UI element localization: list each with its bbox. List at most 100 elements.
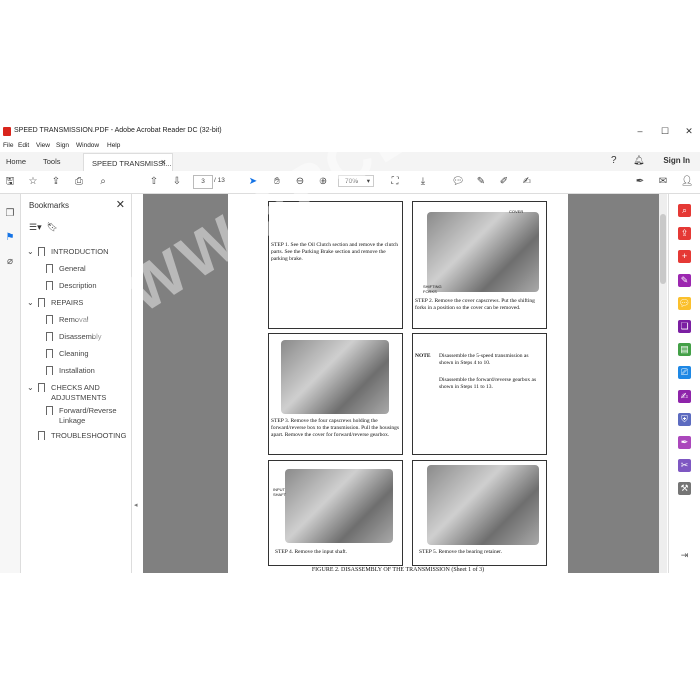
print-icon[interactable]: ⎙ xyxy=(72,175,86,189)
bookmark-icon xyxy=(38,431,45,440)
collapse-panel-icon[interactable]: ◂ xyxy=(134,501,138,509)
scan-ocr-icon[interactable]: ⎚ xyxy=(678,366,691,379)
bookmark-options-icon[interactable]: ☰▾ 🔖︎ xyxy=(29,222,58,233)
menu-sign[interactable]: Sign xyxy=(56,142,69,149)
save-icon[interactable]: 🖫 xyxy=(3,175,17,189)
scrollbar-thumb[interactable] xyxy=(660,214,666,284)
menu-file[interactable]: File xyxy=(3,142,13,149)
menu-window[interactable]: Window xyxy=(76,142,99,149)
add-user-icon[interactable]: 👤︎ xyxy=(680,175,694,189)
zoom-in-icon[interactable]: ⊕ xyxy=(316,175,330,189)
bookmark-introduction[interactable]: ⌄ INTRODUCTION xyxy=(27,247,109,257)
bookmark-forward-reverse-linkage[interactable]: Forward/Reverse Linkage xyxy=(46,406,129,426)
bookmark-icon xyxy=(46,366,53,375)
hand-tool-icon[interactable]: ✋︎ xyxy=(270,175,284,189)
chevron-down-icon[interactable]: ⌄ xyxy=(27,247,34,257)
chevron-down-icon[interactable]: ⌄ xyxy=(27,298,34,308)
step2-text: STEP 2. Remove the cover capscrews. Put … xyxy=(415,298,535,311)
close-tab-icon[interactable]: × xyxy=(161,157,166,167)
scroll-mode-icon[interactable]: ⤓ xyxy=(416,175,430,189)
tab-document[interactable]: SPEED TRANSMISSI... × xyxy=(83,153,173,172)
step4-text: STEP 4. Remove the input shaft. xyxy=(275,549,348,555)
document-viewer[interactable]: STEP 1. See the Oil Clutch section and r… xyxy=(143,194,659,573)
tab-home[interactable]: Home xyxy=(6,157,26,166)
vertical-scrollbar[interactable] xyxy=(659,194,667,573)
share-icon[interactable]: ✉︎ xyxy=(656,175,670,189)
menu-help[interactable]: Help xyxy=(107,142,120,149)
step2-panel: COVER SHIFTING FORKS STEP 2. Remove the … xyxy=(412,201,547,329)
close-window-button[interactable]: ✕ xyxy=(682,125,696,138)
bookmark-icon xyxy=(46,281,53,290)
cover-photo xyxy=(427,212,539,292)
bookmark-installation[interactable]: Installation xyxy=(46,366,95,376)
note-text-1: Disassemble the 5-speed transmission as … xyxy=(439,353,529,366)
select-cursor-icon[interactable]: ➤ xyxy=(246,175,260,189)
comment-tool-icon[interactable]: 💬︎ xyxy=(678,297,691,310)
cover-label: COVER xyxy=(509,209,524,214)
bookmark-removal[interactable]: Removal xyxy=(46,315,89,325)
bookmark-cleaning[interactable]: Cleaning xyxy=(46,349,89,359)
pdf-page: STEP 1. See the Oil Clutch section and r… xyxy=(228,194,568,573)
bookmarks-header: Bookmarks xyxy=(29,201,70,210)
bookmark-star-icon[interactable]: ☆ xyxy=(26,175,40,189)
create-pdf-icon[interactable]: + xyxy=(678,250,691,263)
minimize-button[interactable]: – xyxy=(633,125,647,138)
bookmark-general[interactable]: General xyxy=(46,264,86,274)
bookmark-icon xyxy=(38,383,45,392)
bookmark-troubleshooting[interactable]: TROUBLESHOOTING xyxy=(38,431,126,441)
export-pdf-icon[interactable]: ⇪ xyxy=(678,227,691,240)
organize-pages-icon[interactable]: ▤ xyxy=(678,343,691,356)
acrobat-window: SPEED TRANSMISSION.PDF - Adobe Acrobat R… xyxy=(0,123,700,573)
fill-sign-tool-icon[interactable]: ✍︎ xyxy=(678,390,691,403)
page-thumbnails-icon[interactable]: ❐ xyxy=(4,208,16,220)
zoom-dropdown[interactable]: 70% ▾ xyxy=(338,175,374,187)
protect-icon[interactable]: ⛨ xyxy=(678,413,691,426)
step5-panel: STEP 5. Remove the bearing retainer. xyxy=(412,460,547,566)
bookmark-repairs[interactable]: ⌄ REPAIRS xyxy=(27,298,83,308)
upload-icon[interactable]: ⇪ xyxy=(49,175,63,189)
sign-pen-icon[interactable]: ✒︎ xyxy=(633,175,647,189)
expand-panel-icon[interactable]: ⇥ xyxy=(678,549,691,562)
step1-panel: STEP 1. See the Oil Clutch section and r… xyxy=(268,201,403,329)
comment-icon[interactable]: 💬︎ xyxy=(451,175,465,189)
housing-photo xyxy=(281,340,389,414)
search-icon[interactable]: ⌕ xyxy=(96,175,110,189)
search-pdf-icon[interactable]: ⌕ xyxy=(678,204,691,217)
next-page-icon[interactable]: ⇩ xyxy=(170,175,184,189)
highlight-pen-icon[interactable]: ✎ xyxy=(474,175,488,189)
left-navigation-rail: ❐ ⚑ ⌀ xyxy=(0,194,21,573)
bookmark-description[interactable]: Description xyxy=(46,281,97,291)
chevron-down-icon[interactable]: ⌄ xyxy=(27,383,34,393)
zoom-value: 70% xyxy=(345,178,359,185)
measure-icon[interactable]: ✂︎ xyxy=(678,459,691,472)
fill-sign-icon[interactable]: ✍︎ xyxy=(520,175,534,189)
bookmark-disassembly[interactable]: Disassembly xyxy=(46,332,102,342)
help-icon[interactable]: ? xyxy=(611,155,617,166)
page-number-input[interactable]: 3 xyxy=(193,175,213,189)
bookmark-icon xyxy=(38,298,45,307)
fit-page-icon[interactable]: ⛶ xyxy=(388,175,402,189)
bookmark-checks-and-adjustments[interactable]: ⌄ CHECKS AND ADJUSTMENTS xyxy=(27,383,121,403)
previous-page-icon[interactable]: ⇧ xyxy=(147,175,161,189)
tab-document-label: SPEED TRANSMISSI... xyxy=(92,159,172,168)
menu-view[interactable]: View xyxy=(36,142,50,149)
combine-files-icon[interactable]: ❏ xyxy=(678,320,691,333)
notification-bell-icon[interactable]: 🔔︎ xyxy=(633,155,644,166)
more-tools-icon[interactable]: ⚒︎ xyxy=(678,482,691,495)
bookmarks-panel: Bookmarks ✕ ☰▾ 🔖︎ ⌄ INTRODUCTION General … xyxy=(21,194,132,573)
close-panel-icon[interactable]: ✕ xyxy=(116,198,125,211)
attachments-icon[interactable]: ⌀ xyxy=(4,256,16,268)
note-panel: NOTE Disassemble the 5-speed transmissio… xyxy=(412,333,547,455)
shifting-forks-label: SHIFTING FORKS xyxy=(423,284,442,294)
zoom-out-icon[interactable]: ⊖ xyxy=(293,175,307,189)
maximize-button[interactable]: ☐ xyxy=(658,125,672,138)
tab-tools[interactable]: Tools xyxy=(43,157,61,166)
edit-pdf-icon[interactable]: ✎ xyxy=(678,274,691,287)
sign-in-button[interactable]: Sign In xyxy=(663,156,690,165)
step3-panel: STEP 3. Remove the four capscrews holdin… xyxy=(268,333,403,455)
bookmarks-panel-icon[interactable]: ⚑ xyxy=(4,232,16,244)
draw-icon[interactable]: ✐ xyxy=(497,175,511,189)
menu-edit[interactable]: Edit xyxy=(18,142,29,149)
chevron-down-icon: ▾ xyxy=(366,178,370,185)
send-for-signature-icon[interactable]: ✒︎ xyxy=(678,436,691,449)
